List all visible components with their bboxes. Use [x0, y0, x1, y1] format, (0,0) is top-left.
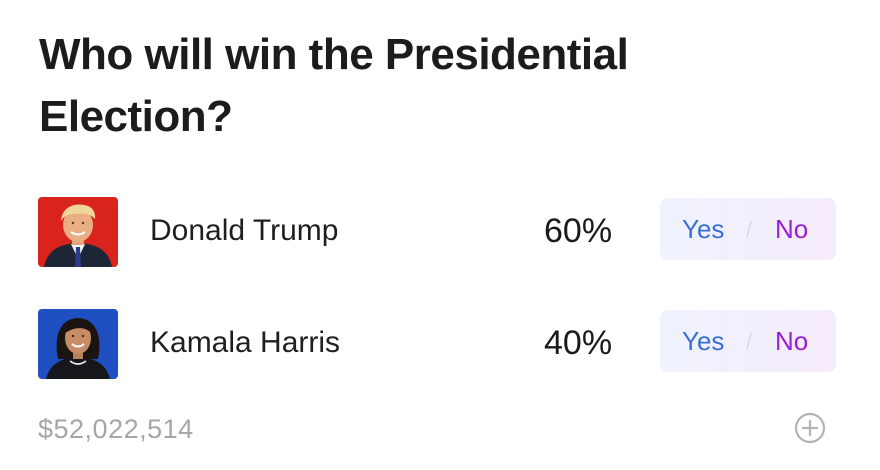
candidate-avatar-harris [38, 309, 118, 379]
plus-circle-icon[interactable] [793, 411, 827, 445]
candidate-name: Kamala Harris [150, 326, 341, 359]
market-card: Who will win the Presidential Election? [0, 0, 880, 470]
yes-no-separator: / [746, 217, 753, 242]
yes-no-toggle: Yes / No [660, 310, 836, 372]
yes-no-toggle: Yes / No [660, 198, 836, 260]
market-volume: $52,022,514 [38, 414, 194, 444]
outcome-percent: 40% [544, 324, 613, 362]
yes-button[interactable]: Yes [682, 213, 724, 245]
no-button[interactable]: No [775, 325, 808, 357]
outcome-percent: 60% [544, 212, 613, 250]
candidate-avatar-trump [38, 197, 118, 267]
market-question: Who will win the Presidential Election? [39, 30, 629, 141]
yes-no-separator: / [746, 329, 753, 354]
outcome-row-trump: Donald Trump 60% Yes / No [38, 197, 838, 267]
no-button[interactable]: No [775, 213, 808, 245]
outcome-row-harris: Kamala Harris 40% Yes / No [38, 309, 838, 379]
candidate-name: Donald Trump [150, 214, 339, 247]
yes-button[interactable]: Yes [682, 325, 724, 357]
